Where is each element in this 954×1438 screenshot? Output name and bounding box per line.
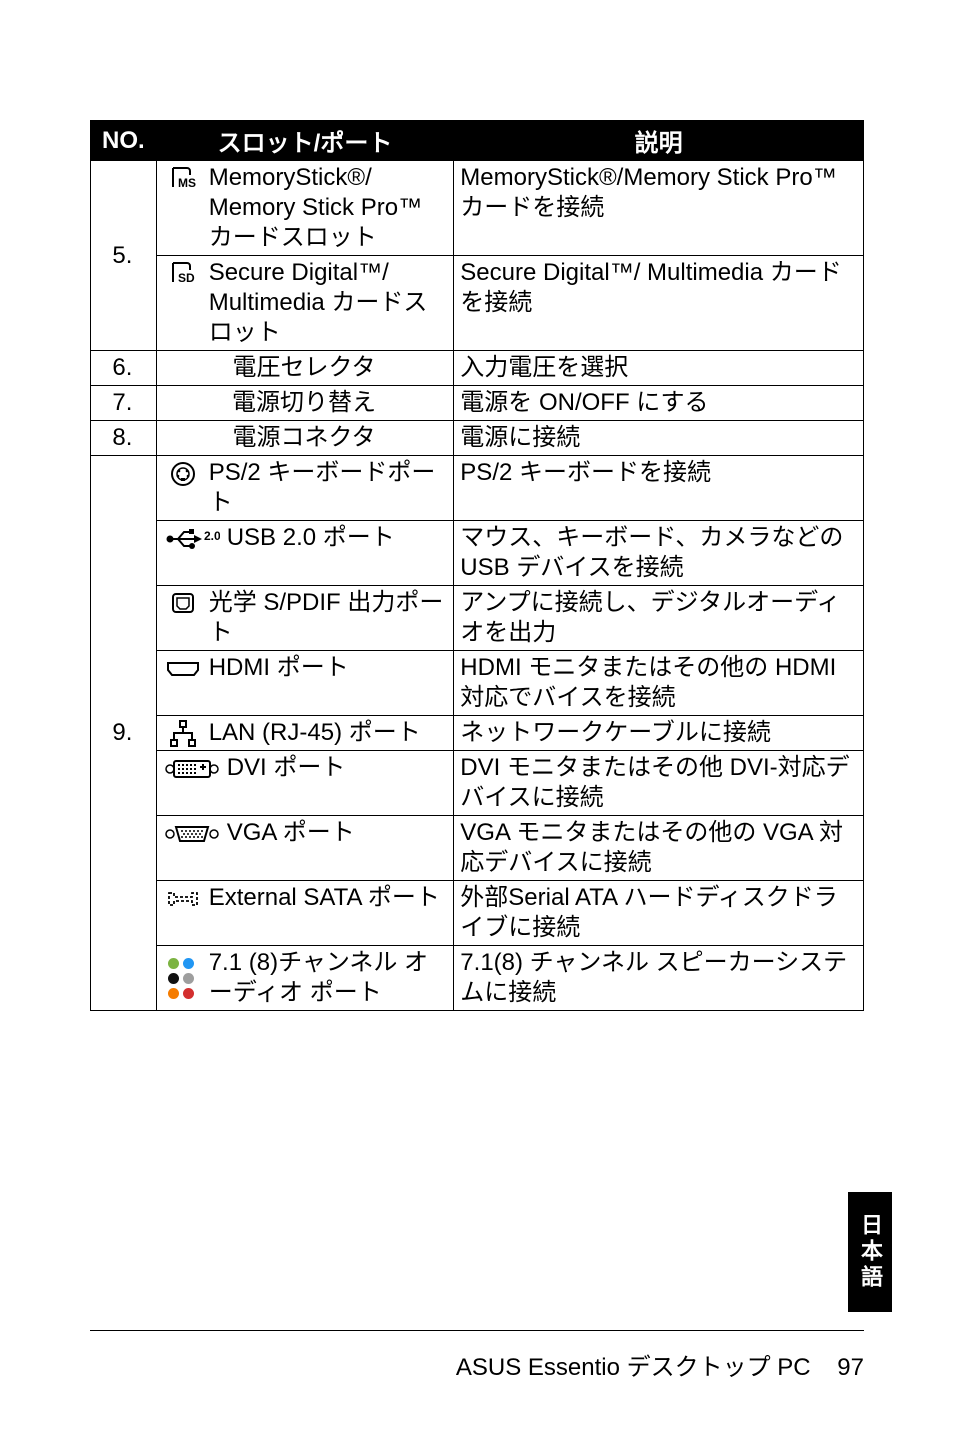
svg-text:MS: MS [178, 176, 196, 190]
ps2-icon [163, 458, 203, 488]
table-row: 2.0 USB 2.0 ポート マウス、キーボード、カメラなどの USB デバイ… [91, 521, 864, 586]
slot-label: 電圧セレクタ [156, 351, 454, 386]
page-number: 97 [837, 1354, 864, 1381]
table-row: HDMI ポート HDMI モニタまたはその他の HDMI 対応でバイスを接続 [91, 651, 864, 716]
table-row: External SATA ポート 外部Serial ATA ハードディスクドラ… [91, 881, 864, 946]
slot-label: HDMI ポート [209, 653, 446, 683]
table-row: 8. 電源コネクタ 電源に接続 [91, 421, 864, 456]
desc-cell: 電源に接続 [454, 421, 864, 456]
desc-cell: VGA モニタまたはその他の VGA 対応デバイスに接続 [454, 816, 864, 881]
table-row: SD Secure Digital™/ Multimedia カードスロット S… [91, 256, 864, 351]
slot-label: MemoryStick®/ Memory Stick Pro™ カードスロット [209, 163, 446, 253]
desc-cell: 入力電圧を選択 [454, 351, 864, 386]
slot-cell: DVI ポート [156, 751, 454, 816]
table-row: 光学 S/PDIF 出力ポート アンプに接続し、デジタルオーディオを出力 [91, 586, 864, 651]
slot-cell: External SATA ポート [156, 881, 454, 946]
svg-text:SD: SD [178, 271, 195, 285]
desc-cell: ネットワークケーブルに接続 [454, 716, 864, 751]
slot-label: 7.1 (8)チャンネル オーディオ ポート [209, 948, 446, 1008]
desc-cell: 7.1(8) チャンネル スピーカーシステムに接続 [454, 946, 864, 1011]
desc-cell: MemoryStick®/Memory Stick Pro™ カードを接続 [454, 161, 864, 256]
slot-label: External SATA ポート [209, 883, 446, 913]
hdmi-icon [163, 658, 203, 678]
slot-cell: HDMI ポート [156, 651, 454, 716]
page-footer: ASUS Essentio デスクトップ PC 97 [90, 1330, 864, 1382]
desc-cell: 電源を ON/OFF にする [454, 386, 864, 421]
row-no: 8. [91, 421, 157, 456]
table-row: 9. PS/2 キーボードポート PS/2 キーボードを接 [91, 456, 864, 521]
footer-title: ASUS Essentio デスクトップ PC [456, 1354, 811, 1381]
desc-cell: PS/2 キーボードを接続 [454, 456, 864, 521]
table-row: DVI ポート DVI モニタまたはその他 DVI-対応デバイスに接続 [91, 751, 864, 816]
usb-icon: 2.0 [163, 524, 221, 552]
slot-label: PS/2 キーボードポート [209, 458, 446, 518]
slot-label: DVI ポート [227, 753, 446, 783]
table-row: 6. 電圧セレクタ 入力電圧を選択 [91, 351, 864, 386]
slot-label: 電源コネクタ [156, 421, 454, 456]
row-no: 5. [91, 161, 157, 351]
row-no: 6. [91, 351, 157, 386]
lan-icon [163, 718, 203, 748]
table-row: VGA ポート VGA モニタまたはその他の VGA 対応デバイスに接続 [91, 816, 864, 881]
memorystick-icon: MS [163, 163, 203, 191]
table-row: 7.1 (8)チャンネル オーディオ ポート 7.1(8) チャンネル スピーカ… [91, 946, 864, 1011]
slot-label: USB 2.0 ポート [227, 523, 446, 553]
slot-label: 電源切り替え [156, 386, 454, 421]
header-slot: スロット/ポート [156, 121, 454, 161]
desc-cell: Secure Digital™/ Multimedia カードを接続 [454, 256, 864, 351]
language-tab: 日本語 [848, 1192, 892, 1312]
slot-cell: 7.1 (8)チャンネル オーディオ ポート [156, 946, 454, 1011]
vga-icon [163, 820, 221, 846]
table-header-row: NO. スロット/ポート 説明 [91, 121, 864, 161]
slot-cell: 2.0 USB 2.0 ポート [156, 521, 454, 586]
slot-label: LAN (RJ-45) ポート [209, 718, 446, 748]
dvi-icon [163, 755, 221, 781]
slot-cell: SD Secure Digital™/ Multimedia カードスロット [156, 256, 454, 351]
desc-cell: アンプに接続し、デジタルオーディオを出力 [454, 586, 864, 651]
svg-text:2.0: 2.0 [204, 529, 220, 543]
table-row: 5. MS MemoryStick®/ Memory Stick Pro™ カー… [91, 161, 864, 256]
sd-card-icon: SD [163, 258, 203, 286]
table-row: LAN (RJ-45) ポート ネットワークケーブルに接続 [91, 716, 864, 751]
slot-label: VGA ポート [227, 818, 446, 848]
table-row: 7. 電源切り替え 電源を ON/OFF にする [91, 386, 864, 421]
desc-cell: 外部Serial ATA ハードディスクドライブに接続 [454, 881, 864, 946]
row-no: 9. [91, 456, 157, 1011]
ports-table: NO. スロット/ポート 説明 5. MS MemoryStick®/ Memo… [90, 120, 864, 1011]
slot-cell: 光学 S/PDIF 出力ポート [156, 586, 454, 651]
slot-cell: LAN (RJ-45) ポート [156, 716, 454, 751]
spdif-icon [163, 588, 203, 616]
row-no: 7. [91, 386, 157, 421]
esata-icon [163, 888, 203, 908]
slot-cell: PS/2 キーボードポート [156, 456, 454, 521]
slot-cell: MS MemoryStick®/ Memory Stick Pro™ カードスロ… [156, 161, 454, 256]
slot-label: 光学 S/PDIF 出力ポート [209, 588, 446, 648]
audio-jacks-icon [163, 956, 203, 1000]
desc-cell: HDMI モニタまたはその他の HDMI 対応でバイスを接続 [454, 651, 864, 716]
slot-cell: VGA ポート [156, 816, 454, 881]
slot-label: Secure Digital™/ Multimedia カードスロット [209, 258, 446, 348]
page-content: NO. スロット/ポート 説明 5. MS MemoryStick®/ Memo… [0, 0, 954, 1011]
desc-cell: マウス、キーボード、カメラなどの USB デバイスを接続 [454, 521, 864, 586]
desc-cell: DVI モニタまたはその他 DVI-対応デバイスに接続 [454, 751, 864, 816]
header-desc: 説明 [454, 121, 864, 161]
header-no: NO. [91, 121, 157, 161]
